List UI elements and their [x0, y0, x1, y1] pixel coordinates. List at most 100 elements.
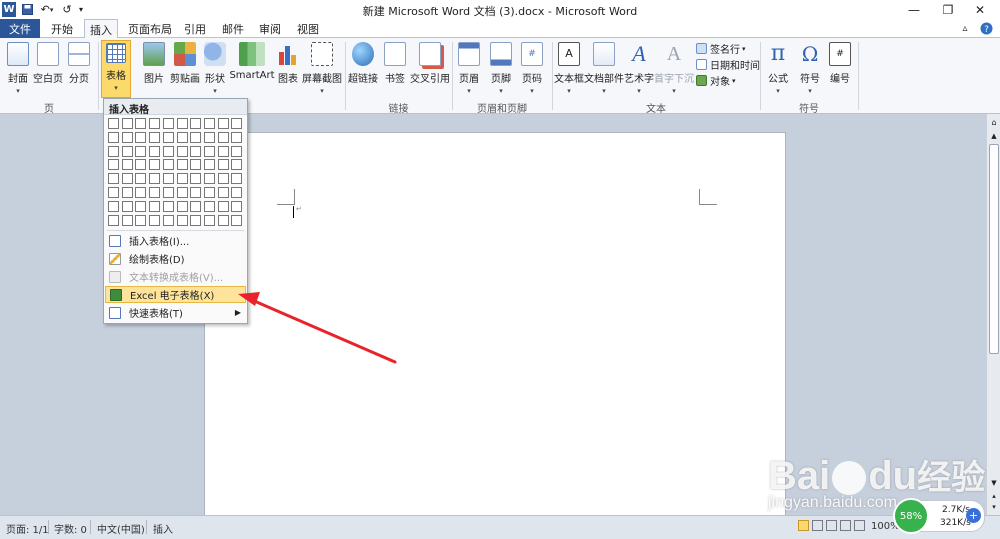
table-grid-cell[interactable] [231, 200, 243, 212]
hyperlink-button[interactable]: 超链接 [348, 40, 378, 100]
tab-home[interactable]: 开始 [45, 19, 79, 38]
reading-layout-icon[interactable] [812, 520, 823, 531]
table-grid-cell[interactable] [203, 118, 215, 129]
table-grid-cell[interactable] [190, 187, 202, 198]
object-button[interactable]: 对象 ▾ [696, 73, 736, 88]
table-grid-cell[interactable] [176, 118, 188, 129]
table-grid-cell[interactable] [135, 145, 147, 157]
table-grid-cell[interactable] [176, 200, 188, 212]
table-grid-cell[interactable] [121, 159, 133, 171]
table-grid-cell[interactable] [176, 187, 188, 198]
table-grid-cell[interactable] [108, 200, 119, 212]
table-grid-cell[interactable] [203, 187, 215, 198]
table-grid-cell[interactable] [121, 131, 133, 143]
table-grid-cell[interactable] [135, 118, 147, 129]
scroll-down-icon[interactable]: ▼ [989, 479, 999, 489]
screenshot-button[interactable]: 屏幕截图 ▾ [302, 40, 342, 100]
table-grid-cell[interactable] [203, 145, 215, 157]
textbox-button[interactable]: A 文本框 ▾ [554, 40, 584, 100]
tab-references[interactable]: 引用 [180, 19, 210, 38]
table-grid-cell[interactable] [217, 173, 229, 185]
table-grid-cell[interactable] [149, 118, 161, 129]
dropcap-button[interactable]: A 首字下沉 ▾ [654, 40, 694, 100]
table-grid-cell[interactable] [121, 200, 133, 212]
table-grid-cell[interactable] [190, 214, 202, 226]
table-grid-cell[interactable] [149, 131, 161, 143]
status-language[interactable]: 中文(中国) [97, 521, 145, 536]
table-grid-cell[interactable] [135, 131, 147, 143]
clipart-button[interactable]: 剪贴画 [170, 40, 200, 100]
draft-icon[interactable] [854, 520, 865, 531]
table-button[interactable]: 表格 ▾ [101, 40, 131, 98]
table-grid-cell[interactable] [217, 187, 229, 198]
status-insert-mode[interactable]: 插入 [153, 521, 173, 536]
table-grid-cell[interactable] [217, 131, 229, 143]
smartart-button[interactable]: SmartArt [229, 40, 275, 100]
numbering-button[interactable]: # 编号 [826, 40, 854, 100]
table-grid-cell[interactable] [217, 214, 229, 226]
table-grid-cell[interactable] [162, 131, 174, 143]
redo-icon[interactable]: ↺ [60, 2, 74, 17]
table-grid-cell[interactable] [162, 187, 174, 198]
tab-page-layout[interactable]: 页面布局 [124, 19, 176, 38]
table-grid-cell[interactable] [217, 118, 229, 129]
table-grid-cell[interactable] [149, 159, 161, 171]
table-grid-cell[interactable] [176, 159, 188, 171]
table-grid-cell[interactable] [135, 173, 147, 185]
table-grid-cell[interactable] [108, 187, 119, 198]
plus-icon[interactable]: + [966, 508, 981, 523]
customize-qat-icon[interactable]: ▾ [76, 2, 86, 17]
web-layout-icon[interactable] [826, 520, 837, 531]
table-grid-cell[interactable] [149, 173, 161, 185]
table-grid-cell[interactable] [149, 214, 161, 226]
footer-button[interactable]: 页脚 ▾ [488, 40, 514, 100]
table-grid-cell[interactable] [190, 159, 202, 171]
table-grid-cell[interactable] [190, 173, 202, 185]
vertical-scrollbar[interactable]: ⌂ ▲ ▼ ▴ ▾ [986, 114, 1000, 515]
tab-mailings[interactable]: 邮件 [218, 19, 248, 38]
table-grid-cell[interactable] [108, 118, 119, 129]
table-grid-cell[interactable] [149, 187, 161, 198]
table-grid-cell[interactable] [231, 131, 243, 143]
table-grid-cell[interactable] [217, 159, 229, 171]
table-grid-cell[interactable] [108, 173, 119, 185]
wordart-button[interactable]: A 艺术字 ▾ [624, 40, 654, 100]
table-grid-cell[interactable] [190, 131, 202, 143]
table-grid-cell[interactable] [121, 173, 133, 185]
table-grid-cell[interactable] [190, 145, 202, 157]
ribbon-minimize-icon[interactable]: ▵ [958, 19, 972, 38]
restore-icon[interactable]: ❐ [934, 0, 962, 19]
blank-page-button[interactable]: 空白页 [33, 40, 63, 100]
shapes-button[interactable]: 形状 ▾ [202, 40, 228, 100]
table-grid-cell[interactable] [149, 145, 161, 157]
table-grid-cell[interactable] [190, 200, 202, 212]
tab-insert[interactable]: 插入 [84, 19, 118, 39]
table-grid-cell[interactable] [162, 214, 174, 226]
help-icon[interactable]: ? [978, 19, 994, 38]
previous-page-icon[interactable]: ▴ [989, 492, 999, 502]
ruler-toggle-icon[interactable]: ⌂ [989, 118, 999, 130]
outline-icon[interactable] [840, 520, 851, 531]
table-grid-cell[interactable] [203, 159, 215, 171]
table-grid-cell[interactable] [162, 145, 174, 157]
table-grid-cell[interactable] [108, 214, 119, 226]
menu-excel-spreadsheet[interactable]: Excel 电子表格(X) [105, 286, 246, 303]
table-grid-cell[interactable] [176, 214, 188, 226]
table-grid-cell[interactable] [135, 159, 147, 171]
table-grid-cell[interactable] [121, 214, 133, 226]
symbol-button[interactable]: Ω 符号 ▾ [796, 40, 824, 100]
picture-button[interactable]: 图片 [140, 40, 168, 100]
tab-file[interactable]: 文件 [0, 19, 40, 38]
memory-usage-badge[interactable]: 58% [893, 498, 929, 534]
table-grid-cell[interactable] [231, 159, 243, 171]
status-word-count[interactable]: 字数: 0 [54, 521, 87, 536]
menu-draw-table[interactable]: 绘制表格(D) [105, 250, 246, 267]
menu-quick-tables[interactable]: 快速表格(T) ▶ [105, 304, 246, 321]
bookmark-button[interactable]: 书签 [382, 40, 408, 100]
table-grid-cell[interactable] [203, 131, 215, 143]
table-grid-cell[interactable] [162, 173, 174, 185]
table-grid-cell[interactable] [176, 145, 188, 157]
table-grid-cell[interactable] [231, 214, 243, 226]
cover-page-button[interactable]: 封面 ▾ [4, 40, 32, 100]
table-grid-cell[interactable] [203, 200, 215, 212]
